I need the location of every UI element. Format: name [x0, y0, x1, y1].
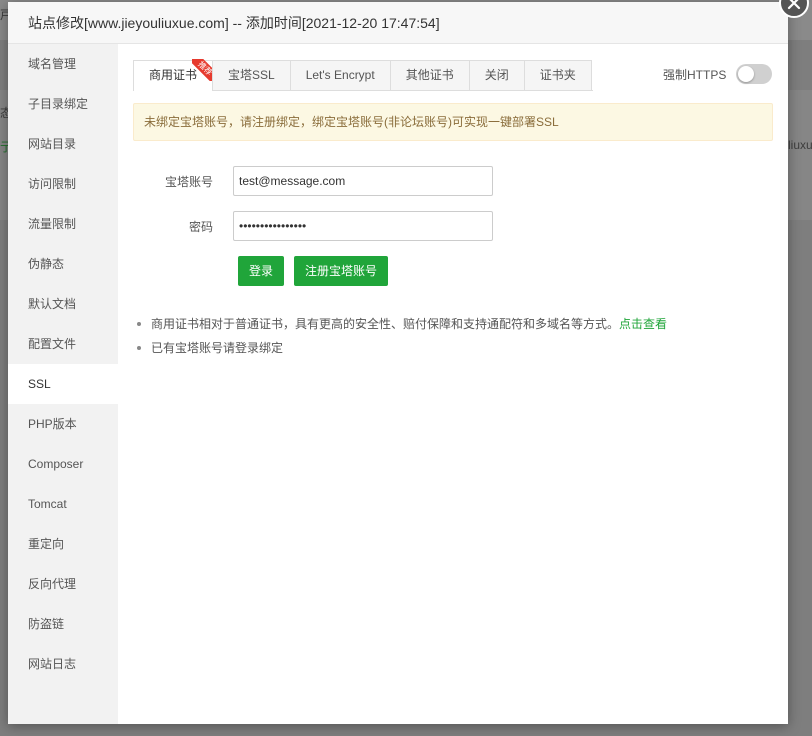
sidebar-item-php-version[interactable]: PHP版本 [8, 404, 118, 444]
sidebar-item-subdirectory[interactable]: 子目录绑定 [8, 84, 118, 124]
tip-item: 已有宝塔账号请登录绑定 [133, 336, 773, 360]
tab-commercial-cert[interactable]: 商用证书 推荐 [133, 59, 215, 91]
sidebar-item-access-limit[interactable]: 访问限制 [8, 164, 118, 204]
sidebar-item-site-log[interactable]: 网站日志 [8, 644, 118, 684]
recommend-ribbon: 推荐 [192, 59, 215, 81]
tip-text: 已有宝塔账号请登录绑定 [151, 341, 284, 355]
force-https-label: 强制HTTPS [663, 67, 727, 82]
tab-lets-encrypt[interactable]: Let's Encrypt [289, 60, 391, 90]
sidebar-item-domain[interactable]: 域名管理 [8, 44, 118, 84]
sidebar-item-composer[interactable]: Composer [8, 444, 118, 484]
recommend-badge: 推荐 [192, 59, 215, 81]
sidebar-item-default-document[interactable]: 默认文档 [8, 284, 118, 324]
sidebar-item-reverse-proxy[interactable]: 反向代理 [8, 564, 118, 604]
sidebar-item-traffic-limit[interactable]: 流量限制 [8, 204, 118, 244]
background-fragment: liuxu [788, 138, 812, 152]
close-icon [787, 0, 801, 10]
sidebar-item-config-file[interactable]: 配置文件 [8, 324, 118, 364]
dialog-title: 站点修改[www.jieyouliuxue.com] -- 添加时间[2021-… [8, 2, 788, 44]
sidebar-item-rewrite[interactable]: 伪静态 [8, 244, 118, 284]
ssl-panel: 商用证书 推荐 宝塔SSL Let's Encrypt 其他证书 关闭 证书夹 … [118, 44, 788, 724]
tip-text: 商用证书相对于普通证书，具有更高的安全性、赔付保障和支持通配符和多域名等方式。 [151, 317, 620, 331]
ssl-tab-bar: 商用证书 推荐 宝塔SSL Let's Encrypt 其他证书 关闭 证书夹 [133, 59, 593, 91]
sidebar-item-site-directory[interactable]: 网站目录 [8, 124, 118, 164]
site-settings-dialog: 站点修改[www.jieyouliuxue.com] -- 添加时间[2021-… [8, 0, 809, 724]
toggle-knob [738, 66, 755, 82]
account-input[interactable] [233, 166, 493, 196]
force-https-control: 强制HTTPS [663, 64, 773, 84]
tab-other-cert[interactable]: 其他证书 [389, 60, 470, 90]
sidebar-item-ssl[interactable]: SSL [8, 364, 118, 404]
account-label: 宝塔账号 [164, 174, 213, 189]
tab-close-ssl[interactable]: 关闭 [468, 60, 525, 90]
password-row: 密码 [133, 211, 493, 241]
tab-label: 商用证书 [149, 68, 198, 82]
tab-cert-folder[interactable]: 证书夹 [523, 60, 592, 90]
tip-item: 商用证书相对于普通证书，具有更高的安全性、赔付保障和支持通配符和多域名等方式。点… [133, 312, 773, 336]
sidebar-item-hotlink-protection[interactable]: 防盗链 [8, 604, 118, 644]
bind-account-notice: 未绑定宝塔账号，请注册绑定，绑定宝塔账号(非论坛账号)可实现一键部署SSL [133, 103, 773, 141]
account-row: 宝塔账号 [133, 166, 493, 196]
password-input[interactable] [233, 211, 493, 241]
sidebar-item-redirect[interactable]: 重定向 [8, 524, 118, 564]
tips-list: 商用证书相对于普通证书，具有更高的安全性、赔付保障和支持通配符和多域名等方式。点… [133, 312, 773, 360]
password-label: 密码 [188, 219, 213, 234]
register-button[interactable]: 注册宝塔账号 [294, 256, 389, 286]
view-details-link[interactable]: 点击查看 [619, 317, 667, 331]
login-button[interactable]: 登录 [238, 256, 285, 286]
sidebar-item-tomcat[interactable]: Tomcat [8, 484, 118, 524]
sidebar: 域名管理 子目录绑定 网站目录 访问限制 流量限制 伪静态 默认文档 配置文件 … [8, 44, 118, 724]
force-https-toggle[interactable] [736, 64, 773, 84]
tab-baota-ssl[interactable]: 宝塔SSL [212, 60, 291, 90]
